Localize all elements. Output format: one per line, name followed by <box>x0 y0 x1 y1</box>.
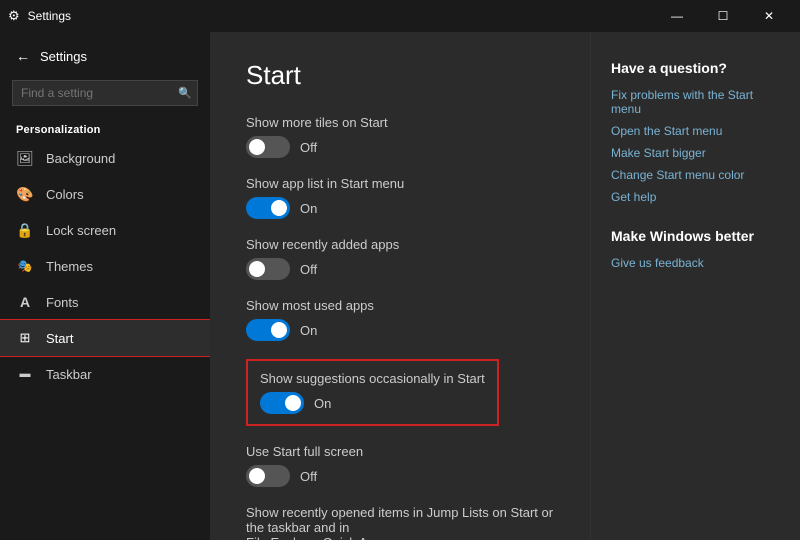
setting-suggestions-label: Show suggestions occasionally in Start <box>260 371 485 386</box>
toggle-app-list[interactable] <box>246 197 290 219</box>
setting-most-used-label: Show most used apps <box>246 298 554 313</box>
setting-most-used: Show most used apps On <box>246 298 554 341</box>
sidebar-back-label: Settings <box>40 49 87 64</box>
start-icon: ⊞ <box>16 329 34 347</box>
toggle-full-screen-knob <box>249 468 265 484</box>
setting-more-tiles: Show more tiles on Start Off <box>246 115 554 158</box>
sidebar-item-themes[interactable]: 🎭 Themes <box>0 248 210 284</box>
sidebar-item-lockscreen[interactable]: 🔒 Lock screen <box>0 212 210 248</box>
setting-recently-added-label: Show recently added apps <box>246 237 554 252</box>
toggle-app-list-row: On <box>246 197 554 219</box>
title-bar-left: ⚙ Settings <box>8 8 71 24</box>
setting-suggestions-highlighted: Show suggestions occasionally in Start O… <box>246 359 499 426</box>
link-open-start[interactable]: Open the Start menu <box>611 124 780 138</box>
taskbar-icon: ▬ <box>16 365 34 383</box>
search-icon: 🔍 <box>178 87 192 100</box>
sidebar-back-button[interactable]: ← Settings <box>0 40 210 72</box>
setting-app-list-label: Show app list in Start menu <box>246 176 554 191</box>
sidebar-item-label: Background <box>46 151 115 166</box>
sidebar-item-label: Fonts <box>46 295 79 310</box>
make-windows-title: Make Windows better <box>611 228 780 244</box>
title-bar: ⚙ Settings — ☐ ✕ <box>0 0 800 32</box>
toggle-app-list-state: On <box>300 201 317 216</box>
close-button[interactable]: ✕ <box>746 0 792 32</box>
toggle-most-used-row: On <box>246 319 554 341</box>
sidebar-item-start[interactable]: ⊞ Start <box>0 320 210 356</box>
themes-icon: 🎭 <box>16 257 34 275</box>
toggle-most-used-state: On <box>300 323 317 338</box>
right-panel: Have a question? Fix problems with the S… <box>590 32 800 540</box>
toggle-more-tiles-row: Off <box>246 136 554 158</box>
fonts-icon: A <box>16 293 34 311</box>
sidebar-item-label: Lock screen <box>46 223 116 238</box>
setting-full-screen-label: Use Start full screen <box>246 444 554 459</box>
toggle-recently-added-knob <box>249 261 265 277</box>
toggle-suggestions[interactable] <box>260 392 304 414</box>
setting-app-list: Show app list in Start menu On <box>246 176 554 219</box>
setting-more-tiles-label: Show more tiles on Start <box>246 115 554 130</box>
toggle-app-list-knob <box>271 200 287 216</box>
sidebar-item-label: Start <box>46 331 73 346</box>
setting-jump-lists-label: Show recently opened items in Jump Lists… <box>246 505 554 540</box>
link-make-bigger[interactable]: Make Start bigger <box>611 146 780 160</box>
sidebar-item-background[interactable]: 🖼 Background <box>0 140 210 176</box>
have-question-title: Have a question? <box>611 60 780 76</box>
app-body: ← Settings 🔍 Personalization 🖼 Backgroun… <box>0 32 800 540</box>
toggle-recently-added[interactable] <box>246 258 290 280</box>
lock-icon: 🔒 <box>16 221 34 239</box>
link-feedback[interactable]: Give us feedback <box>611 256 780 270</box>
toggle-most-used[interactable] <box>246 319 290 341</box>
toggle-most-used-knob <box>271 322 287 338</box>
toggle-recently-added-row: Off <box>246 258 554 280</box>
toggle-recently-added-state: Off <box>300 262 317 277</box>
toggle-more-tiles-state: Off <box>300 140 317 155</box>
link-change-color[interactable]: Change Start menu color <box>611 168 780 182</box>
sidebar: ← Settings 🔍 Personalization 🖼 Backgroun… <box>0 32 210 540</box>
sidebar-item-taskbar[interactable]: ▬ Taskbar <box>0 356 210 392</box>
sidebar-item-fonts[interactable]: A Fonts <box>0 284 210 320</box>
toggle-suggestions-row: On <box>260 392 485 414</box>
settings-icon: ⚙ <box>8 8 20 24</box>
toggle-full-screen-row: Off <box>246 465 554 487</box>
link-fix-problems[interactable]: Fix problems with the Start menu <box>611 88 780 116</box>
background-icon: 🖼 <box>16 149 34 167</box>
main-content: Start Show more tiles on Start Off Show … <box>210 32 590 540</box>
colors-icon: 🎨 <box>16 185 34 203</box>
toggle-suggestions-state: On <box>314 396 331 411</box>
sidebar-search-container: 🔍 <box>12 80 198 106</box>
toggle-more-tiles[interactable] <box>246 136 290 158</box>
title-bar-controls: — ☐ ✕ <box>654 0 792 32</box>
sidebar-item-label: Taskbar <box>46 367 92 382</box>
back-icon: ← <box>16 48 30 64</box>
sidebar-section-label: Personalization <box>0 114 210 140</box>
setting-jump-lists: Show recently opened items in Jump Lists… <box>246 505 554 540</box>
toggle-full-screen[interactable] <box>246 465 290 487</box>
toggle-more-tiles-knob <box>249 139 265 155</box>
toggle-full-screen-state: Off <box>300 469 317 484</box>
search-input[interactable] <box>12 80 198 106</box>
sidebar-item-colors[interactable]: 🎨 Colors <box>0 176 210 212</box>
sidebar-item-label: Colors <box>46 187 84 202</box>
maximize-button[interactable]: ☐ <box>700 0 746 32</box>
toggle-suggestions-knob <box>285 395 301 411</box>
link-get-help[interactable]: Get help <box>611 190 780 204</box>
make-windows-section: Make Windows better Give us feedback <box>611 228 780 270</box>
title-bar-title: Settings <box>28 9 71 23</box>
setting-full-screen: Use Start full screen Off <box>246 444 554 487</box>
setting-recently-added: Show recently added apps Off <box>246 237 554 280</box>
minimize-button[interactable]: — <box>654 0 700 32</box>
page-title: Start <box>246 60 554 91</box>
sidebar-item-label: Themes <box>46 259 93 274</box>
